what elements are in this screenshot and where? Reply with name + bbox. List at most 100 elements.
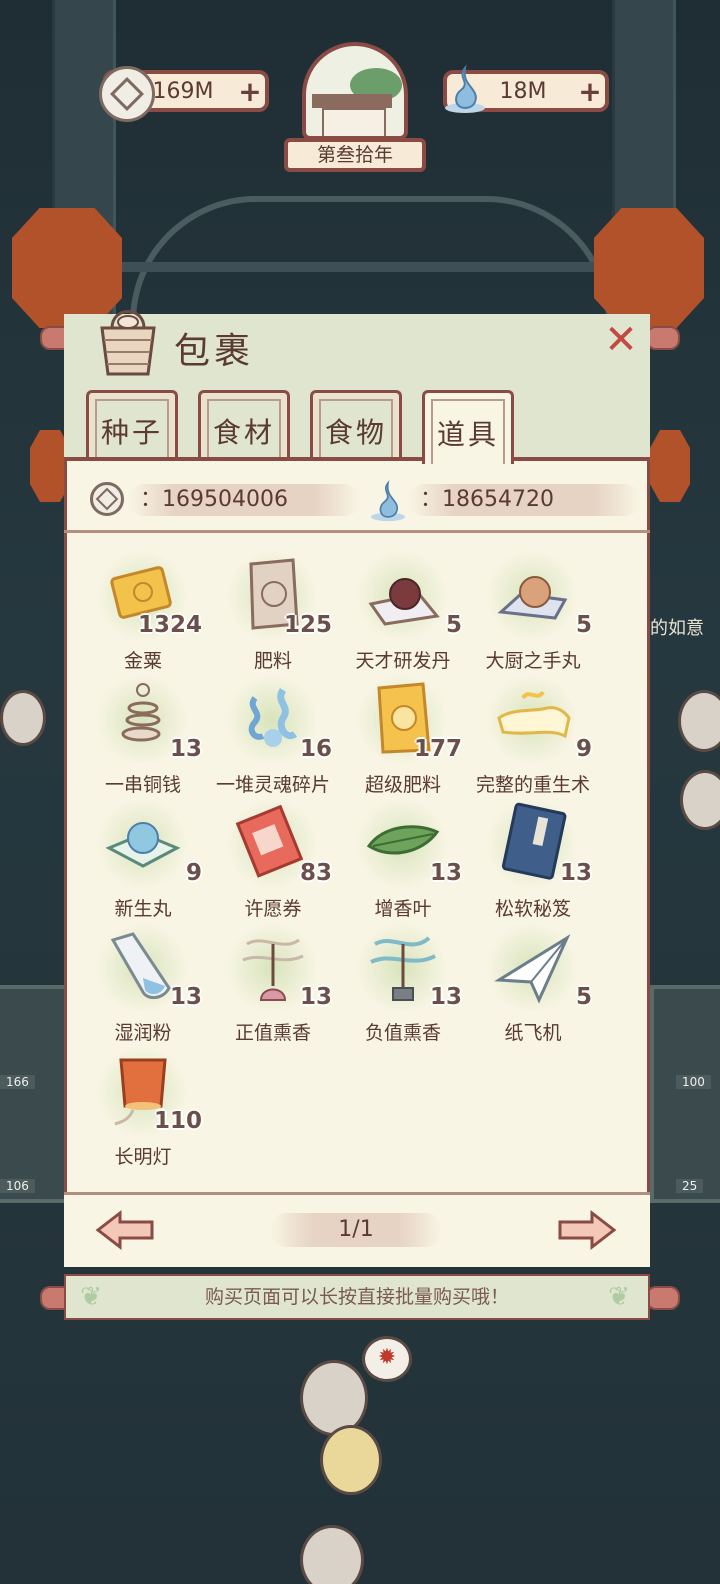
item-genius-pill[interactable]: 5 天才研发丹 [338,550,468,674]
tab-ingredients-label: 食材 [207,399,281,460]
customer-character[interactable] [320,1425,382,1495]
item-count: 13 [299,984,332,1010]
close-button[interactable]: ✕ [600,320,642,362]
add-souls-button[interactable]: + [575,75,605,108]
item-count: 83 [299,860,332,886]
bridge-rail [100,262,630,272]
item-name: 负值熏香 [364,1022,441,1044]
item-newborn-pill[interactable]: 9 新生丸 [78,798,208,922]
item-name: 松软秘笈 [494,898,571,920]
item-name: 增香叶 [374,898,432,920]
rebirth-scroll-icon [497,690,571,739]
soul-counter[interactable]: 18M + [443,64,609,113]
page-indicator: 1/1 [270,1213,442,1247]
item-name: 完整的重生术 [475,774,590,796]
item-name: 肥料 [253,650,292,672]
item-count: 13 [429,984,462,1010]
item-gold-millet[interactable]: 1324 金粟 [78,550,208,674]
soul-total: ：18654720 [408,484,640,516]
item-fertilizer[interactable]: 125 肥料 [208,550,338,674]
soul-flame-icon [371,480,405,522]
left-stall[interactable]: 166 106 [0,985,68,1203]
left-stall-count-bottom: 106 [0,1179,35,1193]
customer-character[interactable] [300,1360,368,1436]
item-name: 一堆灵魂碎片 [215,774,330,796]
item-name: 湿润粉 [114,1022,172,1044]
add-coins-button[interactable]: + [235,75,265,108]
tab-food[interactable]: 食物 [310,390,402,460]
tab-seeds-label: 种子 [95,399,169,460]
year-badge[interactable]: 第叁拾年 [280,42,430,172]
item-count: 16 [299,736,332,762]
coin-counter[interactable]: 169M + [99,66,269,122]
item-name: 大厨之手丸 [485,650,581,672]
item-count: 177 [413,736,462,762]
tab-underline [64,457,650,461]
item-sky-lantern[interactable]: 110 长明灯 [78,1046,208,1170]
right-stall[interactable]: 100 25 [650,985,720,1203]
item-name: 许愿券 [244,898,302,920]
item-name: 一串铜钱 [104,774,181,796]
item-rebirth-scroll[interactable]: 9 完整的重生术 [468,674,598,798]
item-soul-fragments[interactable]: 16 一堆灵魂碎片 [208,674,338,798]
basket-icon [100,310,156,376]
item-secret-book[interactable]: 13 松软秘笈 [468,798,598,922]
customer-character[interactable] [300,1525,364,1584]
item-count: 13 [559,860,592,886]
panel-title: 包裹 [174,331,255,372]
customer-character[interactable] [0,690,46,746]
item-name: 新生丸 [114,898,172,920]
item-aroma-leaf[interactable]: 13 增香叶 [338,798,468,922]
moon-bridge [130,196,612,322]
item-name: 天才研发丹 [355,650,451,672]
item-wish-ticket[interactable]: 83 许愿券 [208,798,338,922]
item-count: 1324 [137,612,202,638]
item-count: 5 [445,612,462,638]
ginkgo-leaf-icon: ❦ [80,1282,102,1312]
customer-character[interactable] [680,770,720,830]
previous-page-arrow-icon[interactable] [94,1209,156,1251]
item-positive-incense[interactable]: 13 正值熏香 [208,922,338,1046]
item-count: 5 [575,984,592,1010]
item-coin-string[interactable]: 13 一串铜钱 [78,674,208,798]
tab-props[interactable]: 道具 [422,390,514,464]
tab-props-label: 道具 [431,399,505,464]
item-name: 纸飞机 [504,1022,562,1044]
panel-header: 包裹 ✕ 种子 食材 食物 道具 [64,310,650,464]
inventory-panel: 包裹 ✕ 种子 食材 食物 道具 ：169504006 ：18654720 13… [64,310,650,1267]
item-chef-pill[interactable]: 5 大厨之手丸 [468,550,598,674]
pavilion-icon [302,42,408,140]
item-negative-incense[interactable]: 13 负值熏香 [338,922,468,1046]
tip-text: 购买页面可以长按直接批量购买哦！ [204,1286,509,1308]
right-stall-count-top: 100 [676,1075,711,1089]
chef-pill-icon [497,576,568,620]
ginkgo-leaf-icon: ❦ [608,1282,630,1312]
item-name: 金粟 [123,650,162,672]
item-count: 9 [185,860,202,886]
right-lantern [594,208,704,328]
next-page-arrow-icon[interactable] [556,1209,618,1251]
tab-food-label: 食物 [319,399,393,460]
pagination-bar: 1/1 [64,1192,650,1267]
side-banner-text: 的如意 [650,618,704,639]
copper-coin-icon [99,66,155,122]
item-name: 长明灯 [114,1146,172,1168]
angry-emote-icon: ✹ [362,1336,412,1382]
item-name: 正值熏香 [234,1022,311,1044]
customer-character[interactable] [678,690,720,752]
right-stall-count-bottom: 25 [676,1179,704,1193]
item-name: 超级肥料 [364,774,441,796]
item-count: 13 [169,736,202,762]
soul-flame-icon [445,64,485,113]
scroll-rod-right [646,326,680,350]
small-lantern-right [650,430,690,502]
item-super-fertilizer[interactable]: 177 超级肥料 [338,674,468,798]
currency-totals: ：169504006 ：18654720 [64,464,650,533]
item-count: 13 [429,860,462,886]
coin-total: ：169504006 [128,484,360,516]
item-paper-plane[interactable]: 5 纸飞机 [468,922,598,1046]
tab-ingredients[interactable]: 食材 [198,390,290,460]
item-count: 110 [153,1108,202,1134]
tab-seeds[interactable]: 种子 [86,390,178,460]
item-moist-powder[interactable]: 13 湿润粉 [78,922,208,1046]
